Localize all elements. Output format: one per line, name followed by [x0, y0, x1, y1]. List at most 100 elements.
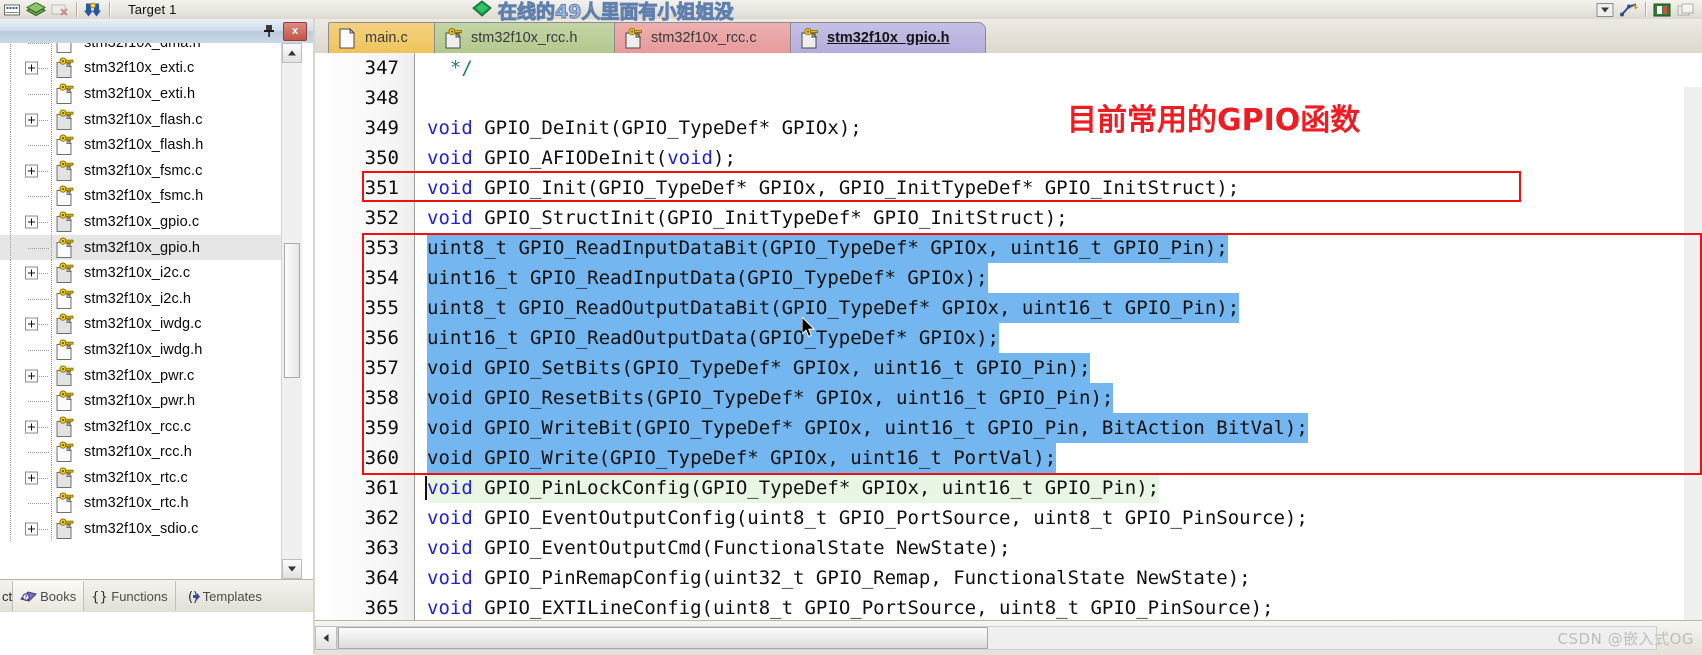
tree-item-stm32f10x-gpio-c[interactable]: stm32f10x_gpio.c: [0, 209, 290, 235]
expand-plus-icon[interactable]: [25, 164, 38, 178]
manage-components-icon[interactable]: [1651, 1, 1673, 18]
tree-item-label: stm32f10x_pwr.h: [84, 393, 196, 410]
code-line[interactable]: 365 void GPIO_EXTILineConfig(uint8_t GPIO…: [315, 593, 1702, 620]
manage-project-items-icon[interactable]: [1618, 1, 1640, 18]
rebuild-icon[interactable]: [25, 1, 47, 18]
tree-item-stm32f10x-flash-c[interactable]: stm32f10x_flash.c: [0, 106, 290, 133]
code-lines[interactable]: 347 */ 348 349 void GPIO_DeInit(GPIO_TypeD…: [315, 53, 1702, 620]
editor-tab-stm32f10x-rcc-c[interactable]: stm32f10x_rcc.c: [614, 22, 802, 53]
tree-guide-line-2: [51, 337, 52, 363]
tree-item-stm32f10x-iwdg-c[interactable]: stm32f10x_iwdg.c: [0, 311, 290, 338]
tree-item-stm32f10x-rcc-c[interactable]: stm32f10x_rcc.c: [0, 413, 290, 440]
code-line[interactable]: 347 */: [315, 53, 1702, 83]
expand-plus-icon[interactable]: [25, 266, 38, 280]
code-line[interactable]: 360 void GPIO_Write(GPIO_TypeDef* GPIOx, …: [315, 443, 1702, 473]
code-line[interactable]: 352 void GPIO_StructInit(GPIO_InitTypeDef…: [315, 203, 1702, 233]
tree-item-stm32f10x-rtc-h[interactable]: stm32f10x_rtc.h: [0, 490, 290, 517]
editor-tab-label: stm32f10x_rcc.c: [651, 30, 757, 46]
text-caret: [425, 476, 427, 500]
target-selector-label[interactable]: Target 1: [128, 2, 177, 17]
editor-tab-stm32f10x-rcc-h[interactable]: stm32f10x_rcc.h: [434, 22, 626, 53]
chevron-down-icon[interactable]: [1594, 1, 1616, 18]
expand-plus-icon[interactable]: [25, 61, 38, 75]
project-tree-vertical-scrollbar[interactable]: [281, 43, 302, 579]
tree-guide-line: [10, 260, 11, 286]
tree-item-stm32f10x-i2c-h[interactable]: stm32f10x_i2c.h: [0, 285, 290, 312]
editor-horizontal-scrollbar[interactable]: CSDN @嵌入式OG: [315, 620, 1702, 655]
tree-item-stm32f10x-pwr-c[interactable]: stm32f10x_pwr.c: [0, 362, 290, 389]
tree-item-stm32f10x-flash-h[interactable]: stm32f10x_flash.h: [0, 132, 290, 158]
scroll-up-button[interactable]: [282, 43, 302, 63]
editor-tab-main-c[interactable]: main.c: [328, 22, 446, 53]
hscroll-track[interactable]: [337, 626, 1657, 650]
tree-item-stm32f10x-i2c-c[interactable]: stm32f10x_i2c.c: [0, 260, 290, 286]
source-file-key-icon: [55, 518, 74, 540]
tree-guide-line-2: [51, 413, 52, 440]
expand-plus-icon[interactable]: [25, 420, 38, 434]
tab-templates[interactable]: () Templates: [174, 581, 269, 611]
code-line[interactable]: 357 void GPIO_SetBits(GPIO_TypeDef* GPIOx…: [315, 353, 1702, 383]
code-text: uint8_t GPIO_ReadInputDataBit(GPIO_TypeD…: [427, 233, 1228, 263]
code-line[interactable]: 355 uint8_t GPIO_ReadOutputDataBit(GPIO_T…: [315, 293, 1702, 323]
editor-tab-stm32f10x-gpio-h[interactable]: stm32f10x_gpio.h: [790, 22, 986, 53]
braces-icon: {}: [91, 589, 108, 605]
code-line[interactable]: 358 void GPIO_ResetBits(GPIO_TypeDef* GPI…: [315, 383, 1702, 413]
code-text: void GPIO_SetBits(GPIO_TypeDef* GPIOx, u…: [427, 353, 1091, 383]
code-line[interactable]: 361 void GPIO_PinLockConfig(GPIO_TypeDef*…: [315, 473, 1702, 503]
project-tab-truncated[interactable]: ct: [0, 589, 12, 604]
tree-item-stm32f10x-exti-c[interactable]: stm32f10x_exti.c: [0, 55, 290, 82]
code-line[interactable]: 356 uint16_t GPIO_ReadOutputData(GPIO_Typ…: [315, 323, 1702, 353]
code-line[interactable]: 353 uint8_t GPIO_ReadInputDataBit(GPIO_Ty…: [315, 233, 1702, 263]
close-panel-button[interactable]: x: [283, 21, 307, 41]
code-line[interactable]: 354 uint16_t GPIO_ReadInputData(GPIO_Type…: [315, 263, 1702, 293]
tree-guide-line-2: [51, 234, 52, 261]
tab-books[interactable]: ? Books: [12, 581, 84, 611]
expand-plus-icon[interactable]: [25, 215, 38, 229]
tree-item-stm32f10x-fsmc-h[interactable]: stm32f10x_fsmc.h: [0, 183, 290, 210]
code-line[interactable]: 363 void GPIO_EventOutputCmd(FunctionalSt…: [315, 533, 1702, 563]
code-text: void GPIO_Write(GPIO_TypeDef* GPIOx, uin…: [427, 443, 1057, 473]
tree-guide-line: [10, 81, 11, 107]
tree-guide-line: [10, 43, 11, 56]
expand-plus-icon[interactable]: [25, 522, 38, 536]
tree-item-label: stm32f10x_exti.c: [84, 60, 195, 77]
pin-icon[interactable]: [261, 23, 277, 39]
tree-item-stm32f10x-pwr-h[interactable]: stm32f10x_pwr.h: [0, 388, 290, 414]
tree-guide-line: [10, 413, 11, 440]
hscroll-left-button[interactable]: [315, 626, 337, 650]
keil-uvision-window: Target 1 在线的49人里面有小姐姐没 x stm32f10x_exti.…: [0, 0, 1702, 655]
tree-item-stm32f10x-gpio-h[interactable]: stm32f10x_gpio.h: [0, 234, 290, 261]
expand-plus-icon[interactable]: [25, 317, 38, 331]
code-line[interactable]: 350 void GPIO_AFIODeInit(void);: [315, 143, 1702, 173]
tree-item-label: stm32f10x_gpio.h: [84, 239, 201, 256]
hscroll-thumb[interactable]: [338, 627, 988, 649]
download-icon[interactable]: [82, 1, 104, 18]
project-file-tree[interactable]: stm32f10x_dma.h stm32f10x_exti.c stm32f10x…: [0, 43, 313, 579]
build-icon[interactable]: [1, 1, 23, 18]
tree-guide-line-2: [51, 183, 52, 210]
expand-plus-icon[interactable]: [25, 369, 38, 383]
window-layout-icon[interactable]: [1675, 1, 1697, 18]
code-line[interactable]: 364 void GPIO_PinRemapConfig(uint32_t GPI…: [315, 563, 1702, 593]
code-line[interactable]: 348: [315, 83, 1702, 113]
code-line[interactable]: 349 void GPIO_DeInit(GPIO_TypeDef* GPIOx)…: [315, 113, 1702, 143]
tree-item-stm32f10x-exti-h[interactable]: stm32f10x_exti.h: [0, 81, 290, 107]
tree-item-stm32f10x-sdio-c[interactable]: stm32f10x_sdio.c: [0, 516, 290, 542]
tree-item-stm32f10x-rcc-h[interactable]: stm32f10x_rcc.h: [0, 439, 290, 466]
expand-plus-icon[interactable]: [25, 471, 38, 485]
code-line[interactable]: 351 void GPIO_Init(GPIO_TypeDef* GPIOx, G…: [315, 173, 1702, 203]
code-line[interactable]: 359 void GPIO_WriteBit(GPIO_TypeDef* GPIO…: [315, 413, 1702, 443]
code-editor[interactable]: 347 */ 348 349 void GPIO_DeInit(GPIO_TypeD…: [315, 53, 1702, 620]
tree-item-stm32f10x-rtc-c[interactable]: stm32f10x_rtc.c: [0, 465, 290, 491]
scroll-down-button[interactable]: [282, 559, 302, 579]
tree-item-stm32f10x-dma-h[interactable]: stm32f10x_dma.h: [0, 43, 290, 56]
tree-item-stm32f10x-iwdg-h[interactable]: stm32f10x_iwdg.h: [0, 337, 290, 363]
code-line[interactable]: 362 void GPIO_EventOutputConfig(uint8_t G…: [315, 503, 1702, 533]
tree-stub: [39, 426, 49, 428]
scroll-thumb[interactable]: [284, 243, 300, 378]
editor-vertical-scrollbar[interactable]: [1684, 87, 1702, 620]
tree-item-stm32f10x-fsmc-c[interactable]: stm32f10x_fsmc.c: [0, 157, 290, 184]
expand-plus-icon[interactable]: [25, 113, 38, 127]
annotation-title: 目前常用的GPIO函数: [1067, 103, 1361, 138]
tab-functions[interactable]: {} Functions: [83, 581, 174, 611]
